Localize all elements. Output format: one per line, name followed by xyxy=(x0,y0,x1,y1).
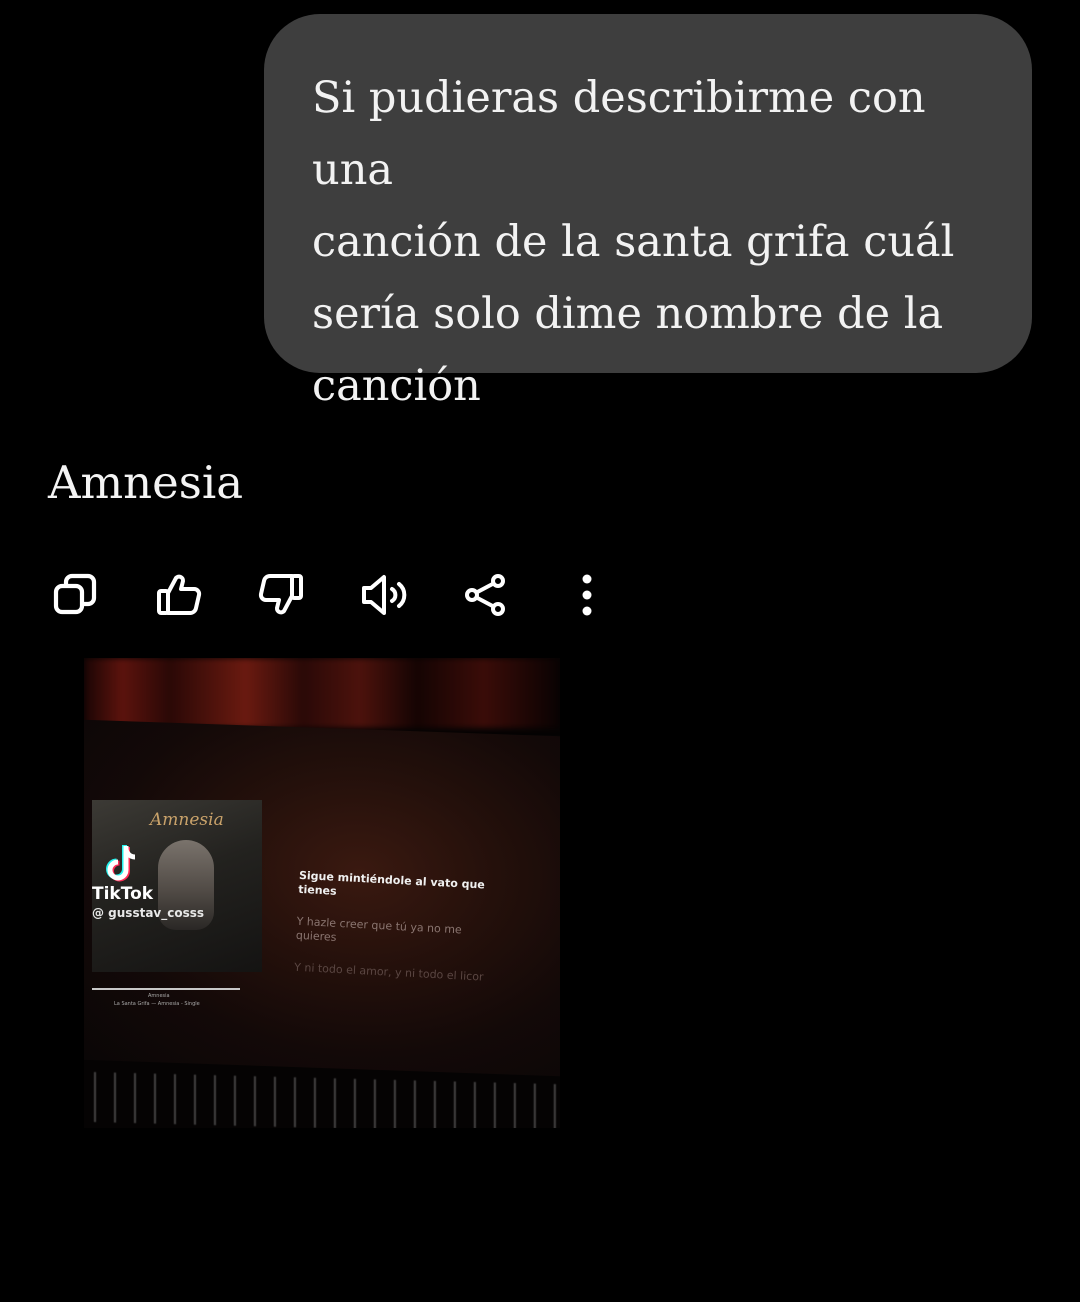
more-vertical-icon xyxy=(582,574,592,616)
tiktok-logo-icon xyxy=(106,845,136,882)
assistant-reply-text: Amnesia xyxy=(48,456,244,509)
user-message-text: Si pudieras describirme con una canción … xyxy=(312,73,955,411)
copy-button[interactable] xyxy=(46,566,104,624)
track-subtitle: La Santa Grifa — Amnesia - Single xyxy=(114,1001,200,1007)
playback-progress-bar xyxy=(92,988,240,990)
lyric-line: Y ni todo el amor, y ni todo el licor xyxy=(293,960,484,984)
tiktok-watermark-user: @ gusstav_cosss xyxy=(92,906,205,920)
share-button[interactable] xyxy=(456,566,514,624)
video-thumbnail[interactable]: Amnesia TikTok @ gusstav_cosss Amnesia L… xyxy=(84,658,560,1128)
thumbs-down-button[interactable] xyxy=(252,566,310,624)
thumbs-down-icon xyxy=(258,574,303,615)
stage-lights xyxy=(84,658,560,728)
share-icon xyxy=(465,574,505,616)
lyrics-panel: Sigue mintiéndole al vato que tienes Y h… xyxy=(293,869,499,1003)
tiktok-watermark-brand: TikTok xyxy=(92,884,154,904)
user-message-bubble: Si pudieras describirme con una canción … xyxy=(264,14,1032,411)
thumbs-up-icon xyxy=(157,574,202,615)
read-aloud-icon xyxy=(362,575,407,615)
album-title: Amnesia xyxy=(150,810,224,830)
keyboard-reflection xyxy=(84,1071,560,1128)
more-options-button[interactable] xyxy=(558,566,616,624)
track-title: Amnesia xyxy=(148,993,170,999)
track-info: Amnesia La Santa Grifa — Amnesia - Singl… xyxy=(114,992,200,1008)
lyric-line: Y hazle creer que tú ya no me quieres xyxy=(295,914,463,944)
copy-icon xyxy=(53,573,97,615)
thumbs-up-button[interactable] xyxy=(150,566,208,624)
read-aloud-button[interactable] xyxy=(354,566,412,624)
